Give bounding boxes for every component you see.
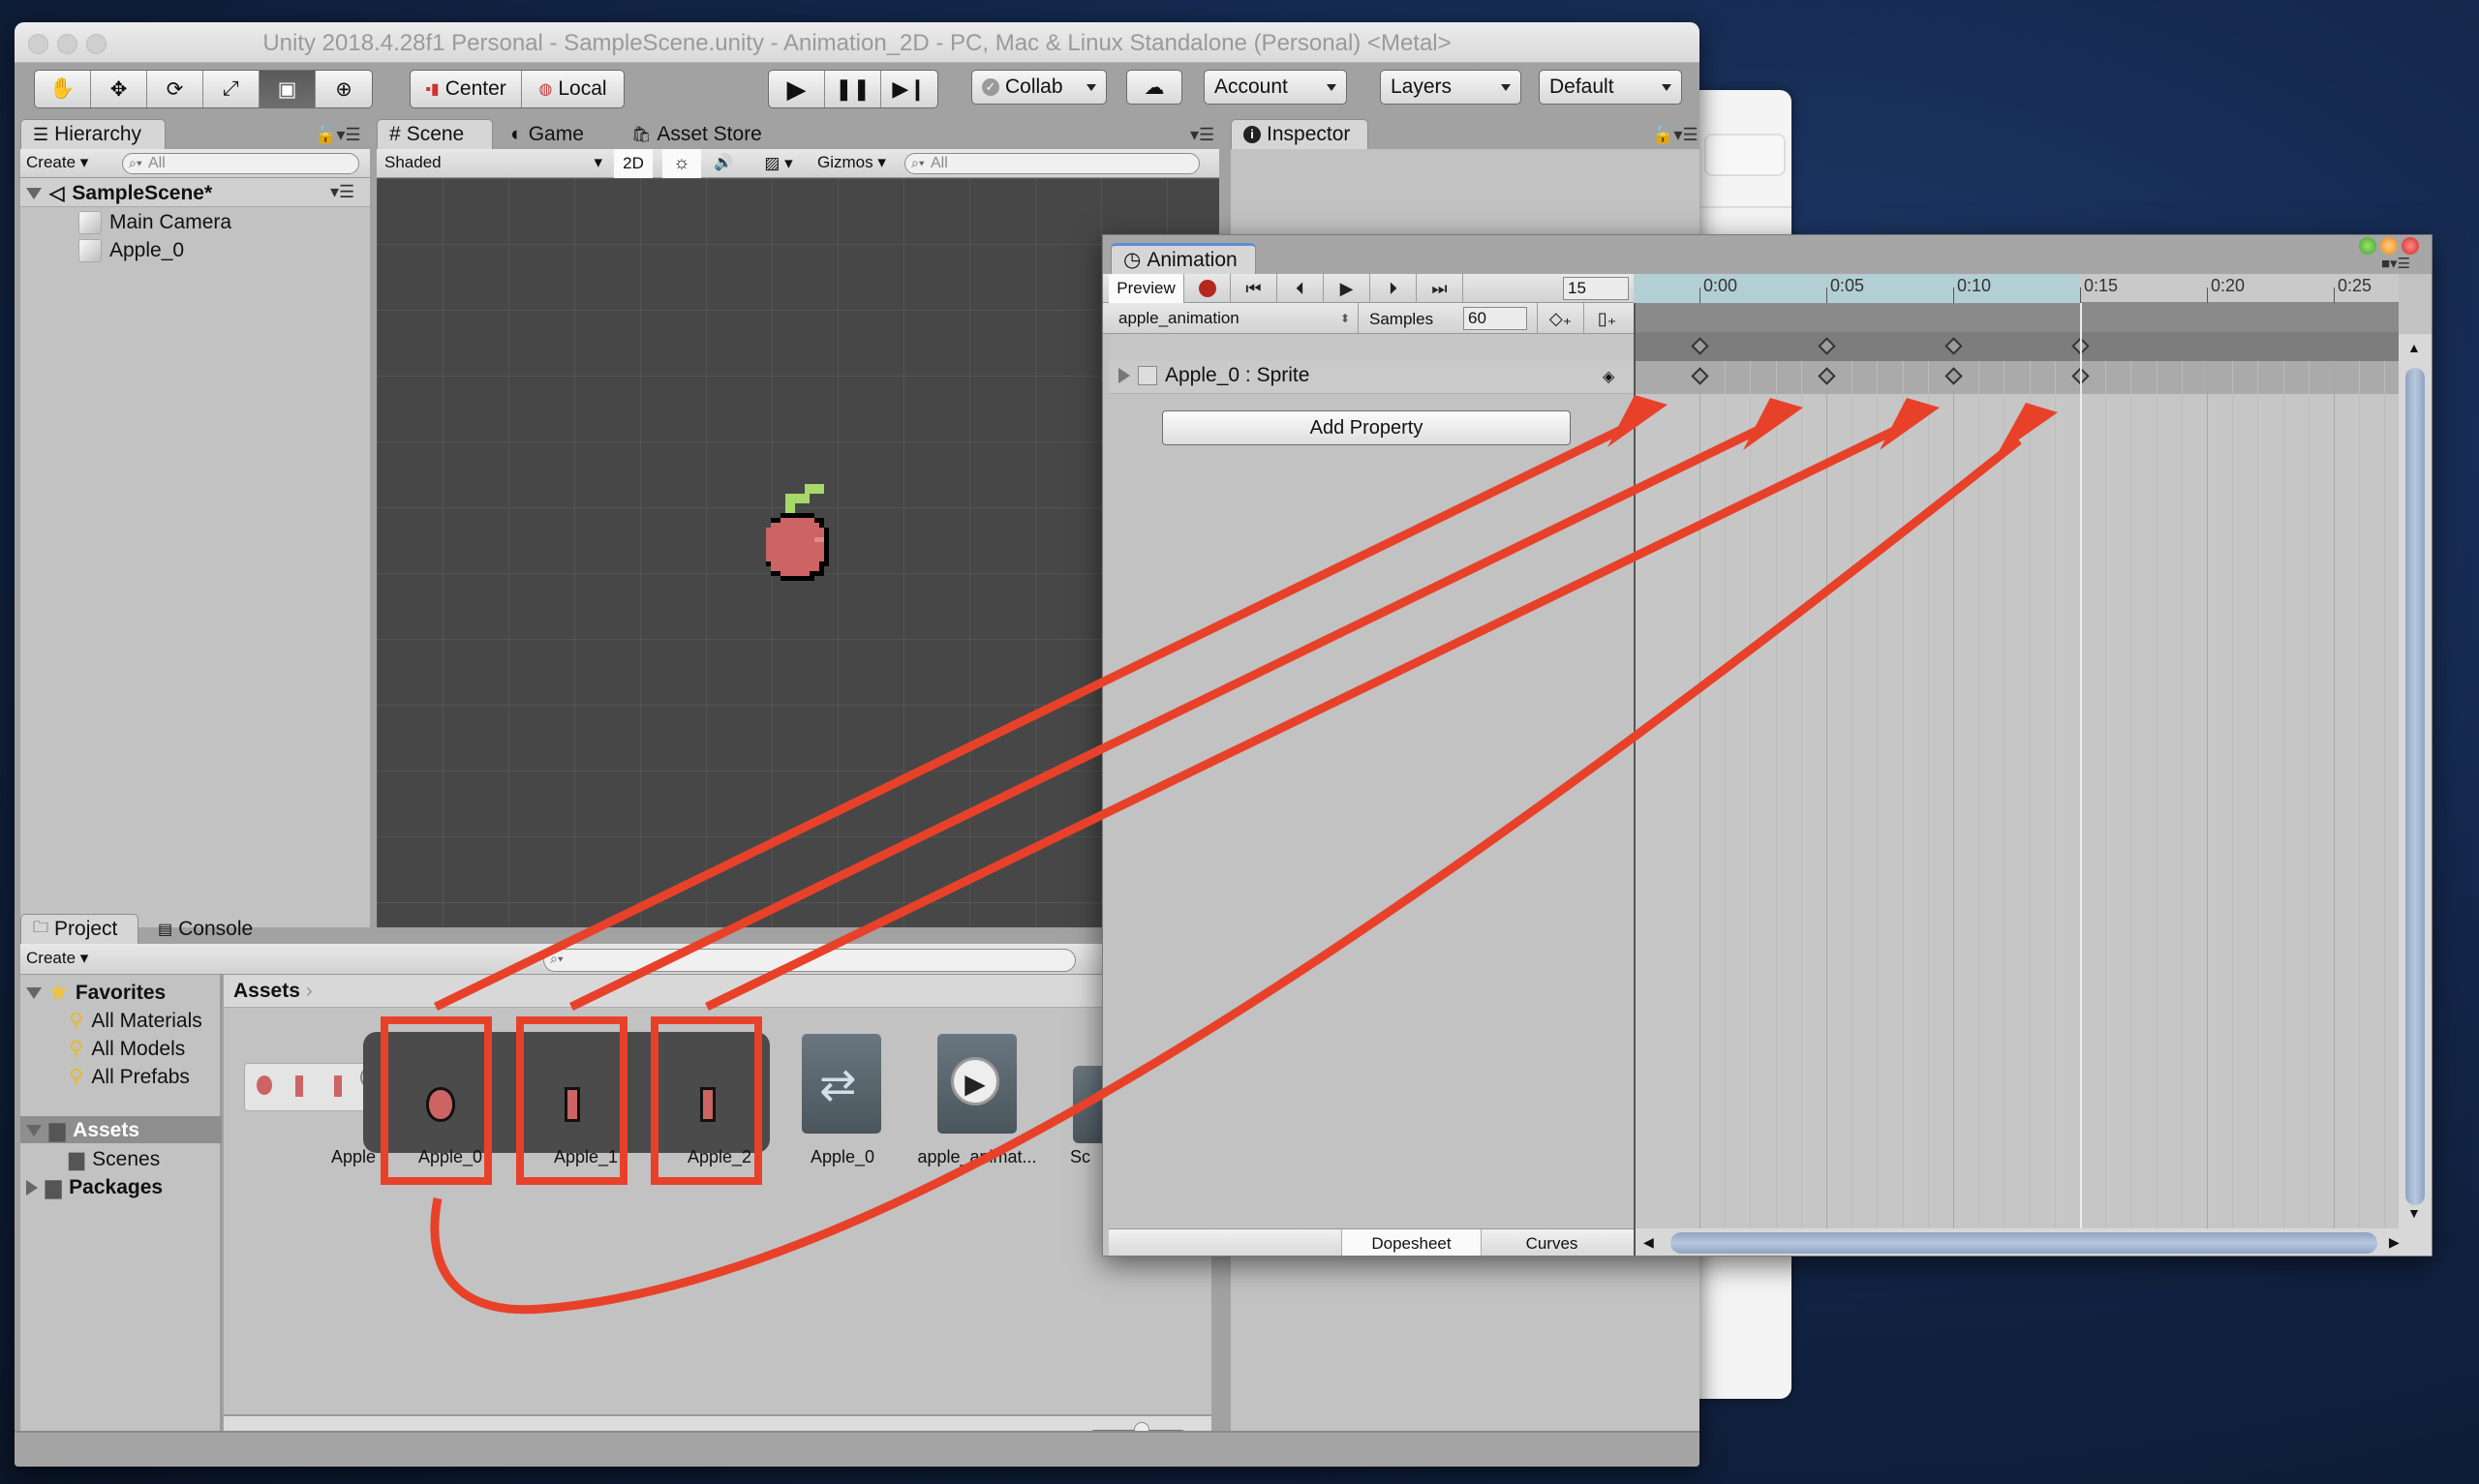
highlight-box-apple-1 bbox=[516, 1016, 627, 1185]
arrow-line-frame-0 bbox=[434, 421, 1631, 1012]
arrowhead-frame-10 bbox=[1880, 398, 1940, 450]
highlight-box-apple-2 bbox=[651, 1016, 762, 1185]
highlight-box-apple-0 bbox=[381, 1016, 492, 1185]
arrowhead-frame-15 bbox=[1997, 403, 2058, 455]
arrowhead-frame-5 bbox=[1743, 398, 1803, 450]
arrowhead-frame-0 bbox=[1607, 395, 1668, 447]
annotation-overlay bbox=[381, 395, 2058, 1315]
arrow-line-frame-10 bbox=[705, 423, 1902, 1012]
arrow-line-frame-5 bbox=[569, 423, 1764, 1012]
